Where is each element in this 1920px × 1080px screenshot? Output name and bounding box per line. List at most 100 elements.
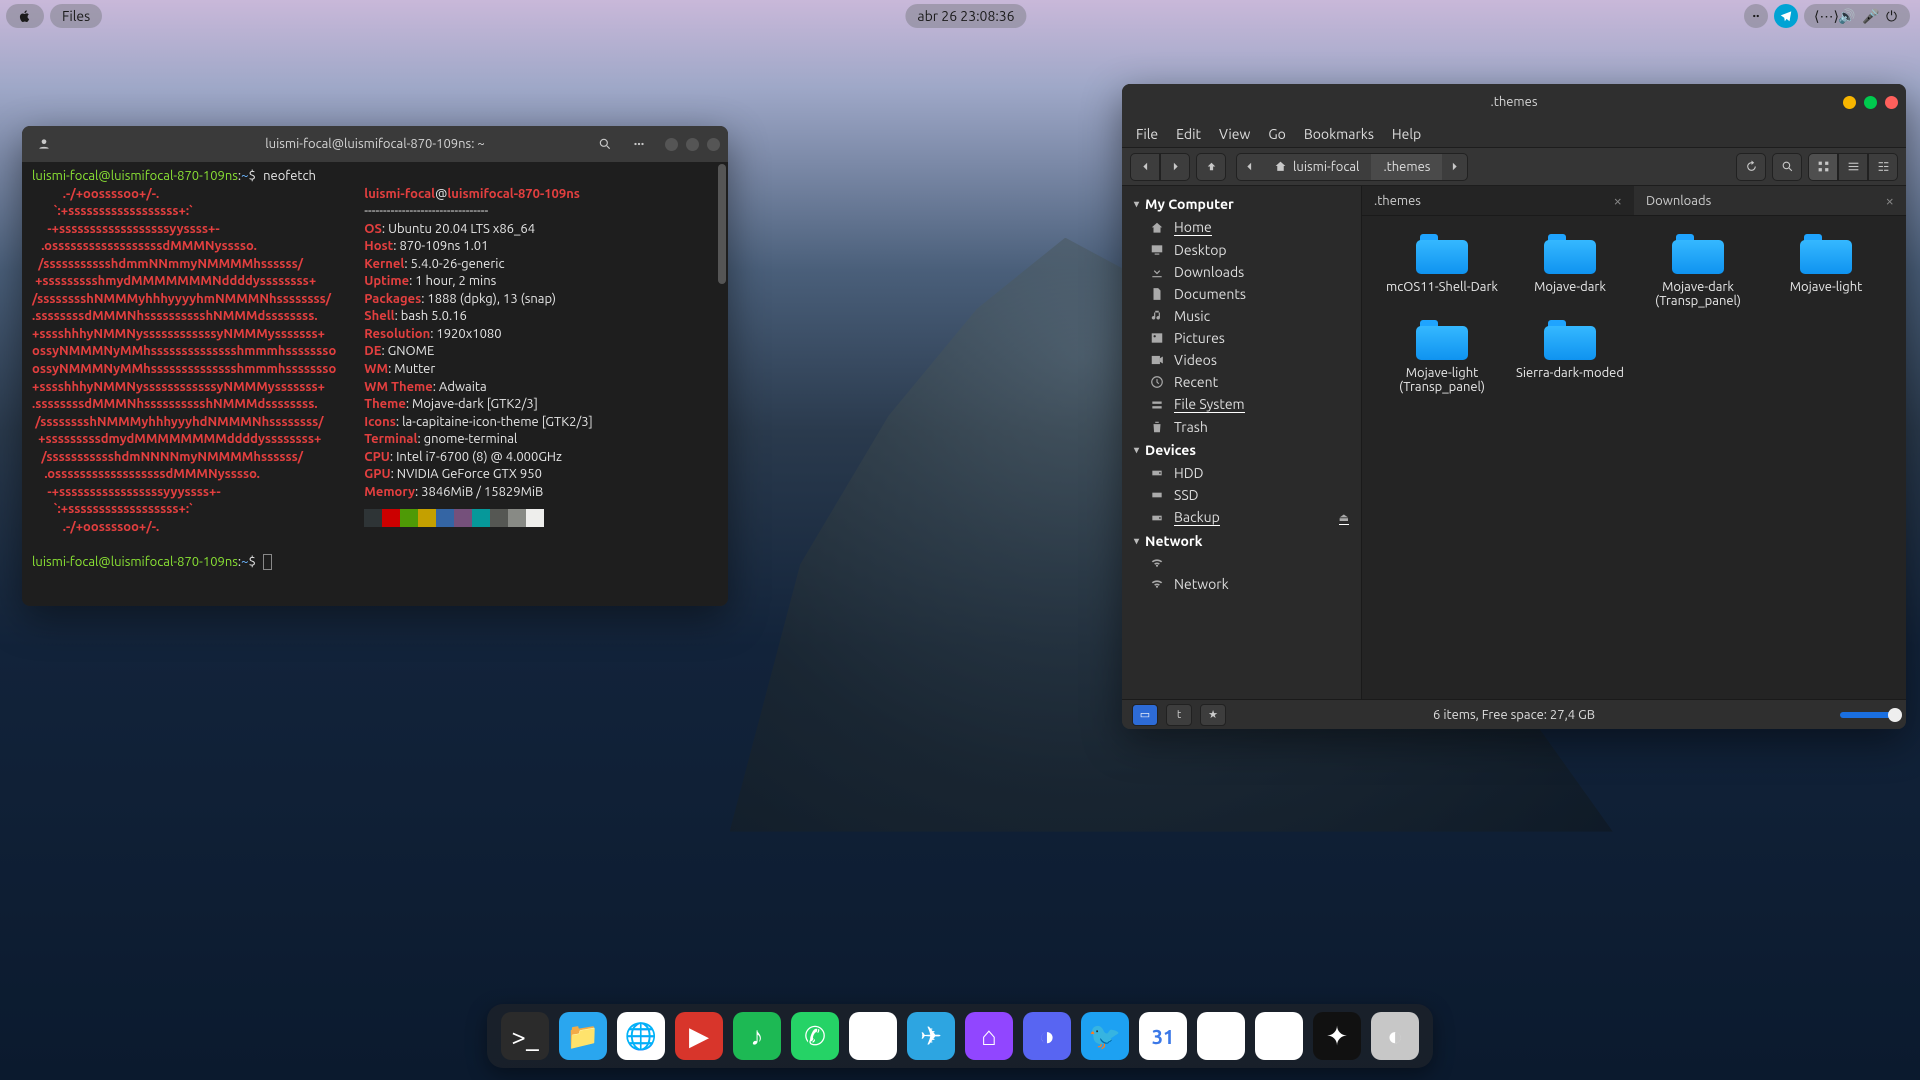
sidebar-item-backup[interactable]: Backup⏏ xyxy=(1122,506,1361,529)
bookmarks-toggle[interactable]: ★ xyxy=(1200,704,1226,726)
fm-titlebar[interactable]: .themes xyxy=(1122,84,1906,120)
maximize-button[interactable] xyxy=(686,138,699,151)
sidebar-item-desktop[interactable]: Desktop xyxy=(1122,239,1361,261)
path-arrow-right[interactable] xyxy=(1442,154,1467,180)
apple-menu[interactable] xyxy=(6,4,44,28)
view-list-button[interactable] xyxy=(1838,153,1868,181)
path-current[interactable]: .themes xyxy=(1371,154,1442,180)
dock-files[interactable]: 📁 xyxy=(559,1012,607,1060)
minimize-button[interactable] xyxy=(1843,96,1856,109)
terminal-titlebar[interactable]: luismi-focal@luismifocal-870-109ns: ~ xyxy=(22,126,728,162)
folder-item[interactable]: mcOS11-Shell-Dark xyxy=(1380,234,1504,308)
sidebar-head[interactable]: My Computer xyxy=(1122,192,1361,216)
folder-grid[interactable]: mcOS11-Shell-Dark Mojave-dark Mojave-dark … xyxy=(1362,216,1906,699)
sidebar-item-videos[interactable]: Videos xyxy=(1122,349,1361,371)
dock-twitter[interactable]: 🐦 xyxy=(1081,1012,1129,1060)
tray-telegram-icon[interactable] xyxy=(1774,4,1798,28)
dock-calendar[interactable]: 31 xyxy=(1139,1012,1187,1060)
sidebar-item-trash[interactable]: Trash xyxy=(1122,416,1361,438)
dock-telegram[interactable]: ✈ xyxy=(907,1012,955,1060)
sidebar-item-documents[interactable]: Documents xyxy=(1122,283,1361,305)
fm-title: .themes xyxy=(1491,95,1538,109)
back-button[interactable] xyxy=(1130,153,1160,181)
folder-item[interactable]: Mojave-dark xyxy=(1508,234,1632,308)
status-bar: ▭ t ★ 6 items, Free space: 27,4 GB xyxy=(1122,699,1906,729)
tab-.themes[interactable]: .themes× xyxy=(1362,186,1634,215)
dock-instagram[interactable]: ◉ xyxy=(849,1012,897,1060)
sidebar-head[interactable]: Network xyxy=(1122,529,1361,553)
menu-bookmarks[interactable]: Bookmarks xyxy=(1304,126,1374,142)
view-icons-button[interactable] xyxy=(1808,153,1838,181)
menu-go[interactable]: Go xyxy=(1268,126,1285,142)
dock-terminal[interactable]: >_ xyxy=(501,1012,549,1060)
tab-Downloads[interactable]: Downloads× xyxy=(1634,186,1906,215)
cursor xyxy=(263,554,272,570)
folder-item[interactable]: Mojave-light (Transp_panel) xyxy=(1380,320,1504,394)
path-bar[interactable]: luismi-focal .themes xyxy=(1236,153,1468,181)
sidebar: My ComputerHomeDesktopDownloadsDocuments… xyxy=(1122,186,1362,699)
menu-file[interactable]: File xyxy=(1136,126,1158,142)
folder-label: Sierra-dark-moded xyxy=(1516,366,1624,380)
close-button[interactable] xyxy=(1885,96,1898,109)
menu-button[interactable] xyxy=(625,130,653,158)
menu-help[interactable]: Help xyxy=(1392,126,1421,142)
minimize-button[interactable] xyxy=(665,138,678,151)
folder-label: Mojave-dark xyxy=(1534,280,1606,294)
sidebar-item-blank[interactable] xyxy=(1122,553,1361,573)
path-home[interactable]: luismi-focal xyxy=(1262,154,1371,180)
folder-icon xyxy=(1416,234,1468,274)
dock-twitch[interactable]: ⌂ xyxy=(965,1012,1013,1060)
terminal-user-button[interactable] xyxy=(30,130,58,158)
folder-item[interactable]: Sierra-dark-moded xyxy=(1508,320,1632,394)
top-bar: Files abr 26 23:08:36 ⟨⋯⟩ 🔊 🎤 ⏻ xyxy=(0,0,1920,32)
menu-view[interactable]: View xyxy=(1219,126,1250,142)
folder-item[interactable]: Mojave-light xyxy=(1764,234,1888,308)
folder-label: Mojave-light (Transp_panel) xyxy=(1380,366,1504,394)
color-palette xyxy=(364,509,544,529)
tab-close-icon[interactable]: × xyxy=(1886,192,1894,209)
close-button[interactable] xyxy=(707,138,720,151)
view-compact-button[interactable] xyxy=(1868,153,1898,181)
sidebar-item-network[interactable]: Network xyxy=(1122,573,1361,595)
dock-discord[interactable]: ◑ xyxy=(1023,1012,1071,1060)
scrollbar[interactable] xyxy=(718,164,726,284)
path-arrow-left[interactable] xyxy=(1237,154,1262,180)
neofetch-info: luismi-focal@luismifocal-870-109ns -----… xyxy=(364,186,592,537)
tray-discord-icon[interactable] xyxy=(1744,4,1768,28)
dock-photos[interactable]: ✦ xyxy=(1313,1012,1361,1060)
terminal-body[interactable]: luismi-focal@luismifocal-870-109ns:~$ ne… xyxy=(22,162,728,606)
dock-chrome[interactable]: 🌐 xyxy=(617,1012,665,1060)
sidebar-head[interactable]: Devices xyxy=(1122,438,1361,462)
system-tray[interactable]: ⟨⋯⟩ 🔊 🎤 ⏻ xyxy=(1804,4,1910,28)
sidebar-item-ssd[interactable]: SSD xyxy=(1122,484,1361,506)
folder-item[interactable]: Mojave-dark (Transp_panel) xyxy=(1636,234,1760,308)
tree-toggle[interactable]: t xyxy=(1166,704,1192,726)
eject-icon[interactable]: ⏏ xyxy=(1339,511,1349,525)
refresh-button[interactable] xyxy=(1736,153,1766,181)
sidebar-item-home[interactable]: Home xyxy=(1122,216,1361,239)
dock-whatsapp[interactable]: ✆ xyxy=(791,1012,839,1060)
sidebar-item-recent[interactable]: Recent xyxy=(1122,371,1361,393)
dock-steam[interactable]: ◐ xyxy=(1371,1012,1419,1060)
sidebar-item-downloads[interactable]: Downloads xyxy=(1122,261,1361,283)
forward-button[interactable] xyxy=(1160,153,1190,181)
maximize-button[interactable] xyxy=(1864,96,1877,109)
folder-label: mcOS11-Shell-Dark xyxy=(1386,280,1498,294)
dock-spotify[interactable]: ♪ xyxy=(733,1012,781,1060)
sidebar-item-music[interactable]: Music xyxy=(1122,305,1361,327)
zoom-slider[interactable] xyxy=(1840,712,1896,718)
dock-youtube[interactable]: ▶ xyxy=(675,1012,723,1060)
apple-icon xyxy=(18,9,32,23)
sidebar-item-hdd[interactable]: HDD xyxy=(1122,462,1361,484)
dock-gmail[interactable]: ✉ xyxy=(1197,1012,1245,1060)
up-button[interactable] xyxy=(1196,153,1226,181)
tab-close-icon[interactable]: × xyxy=(1614,192,1622,209)
menu-edit[interactable]: Edit xyxy=(1176,126,1201,142)
dock-drive[interactable]: △ xyxy=(1255,1012,1303,1060)
toolbar-search-button[interactable] xyxy=(1772,153,1802,181)
sidebar-item-pictures[interactable]: Pictures xyxy=(1122,327,1361,349)
search-button[interactable] xyxy=(591,130,619,158)
files-menu[interactable]: Files xyxy=(50,4,102,28)
places-toggle[interactable]: ▭ xyxy=(1132,704,1158,726)
sidebar-item-file system[interactable]: File System xyxy=(1122,393,1361,416)
